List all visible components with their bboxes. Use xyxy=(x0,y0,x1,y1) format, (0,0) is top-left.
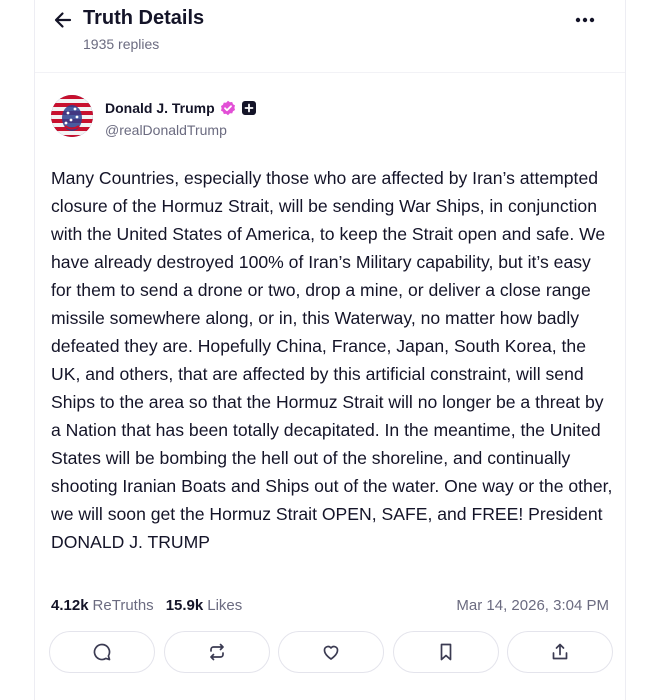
author-name[interactable]: Donald J. Trump xyxy=(105,100,257,116)
like-button[interactable] xyxy=(278,631,384,673)
flag-face-avatar-image xyxy=(51,95,93,137)
truth-post: Donald J. Trump @realDonaldTrump Many Co… xyxy=(35,72,625,700)
truth-details-panel: Truth Details 1935 replies Donald J. Tru… xyxy=(34,0,626,700)
post-actions-bar xyxy=(49,631,613,673)
reply-count: 1935 replies xyxy=(83,36,160,52)
post-body-text: Many Countries, especially those who are… xyxy=(51,168,613,552)
share-icon xyxy=(552,643,568,660)
reply-button[interactable] xyxy=(49,631,155,673)
page-header: Truth Details 1935 replies xyxy=(35,0,625,72)
more-options-button[interactable] xyxy=(571,8,599,32)
retruths-count: 4.12k xyxy=(51,596,89,614)
post-stats: 4.12k ReTruths 15.9k Likes Mar 14, 2026,… xyxy=(51,594,609,616)
post-timestamp: Mar 14, 2026, 3:04 PM xyxy=(456,596,609,614)
arrow-left-icon xyxy=(54,12,72,28)
retruths-label: ReTruths xyxy=(92,596,154,614)
verified-badge-icon xyxy=(220,100,236,116)
like-icon xyxy=(323,645,339,660)
reply-icon xyxy=(93,643,111,661)
retruth-button[interactable] xyxy=(163,631,270,673)
likes-stat[interactable]: 15.9k Likes xyxy=(166,597,243,614)
follow-plus-icon[interactable] xyxy=(241,100,257,116)
bookmark-button[interactable] xyxy=(392,631,499,673)
author-handle[interactable]: @realDonaldTrump xyxy=(105,122,227,138)
share-button[interactable] xyxy=(507,631,613,673)
back-button[interactable] xyxy=(51,8,75,32)
likes-count: 15.9k xyxy=(165,596,204,614)
page-title: Truth Details xyxy=(83,7,205,29)
likes-label: Likes xyxy=(207,596,243,614)
bookmark-icon xyxy=(440,643,451,661)
retruth-icon xyxy=(209,643,224,661)
more-horizontal-icon xyxy=(575,17,595,23)
author-display-name: Donald J. Trump xyxy=(105,100,215,116)
avatar[interactable] xyxy=(51,95,93,137)
retruths-stat[interactable]: 4.12k ReTruths xyxy=(51,597,154,614)
